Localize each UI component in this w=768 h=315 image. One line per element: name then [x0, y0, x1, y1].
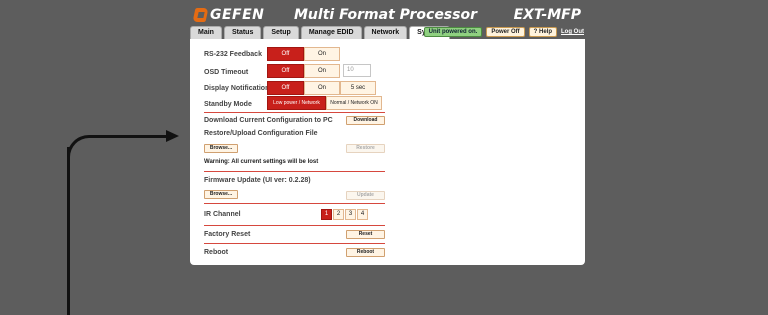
header-actions: Unit powered on. Power Off ? Help Log Ou… [423, 27, 584, 37]
restore-button[interactable]: Restore [346, 144, 385, 153]
firmware-browse-button[interactable]: Browse... [204, 190, 238, 199]
section-divider [204, 225, 385, 226]
section-divider [204, 203, 385, 204]
standby-normal-option[interactable]: Normal / Network ON [326, 96, 382, 110]
download-config-button[interactable]: Download [346, 116, 385, 125]
logo-text: GEFEN [210, 7, 265, 23]
tab-network[interactable]: Network [363, 26, 408, 39]
system-settings-panel: RS-232 Feedback Off On OSD Timeout Off O… [190, 39, 585, 265]
restore-browse-button[interactable]: Browse... [204, 144, 238, 153]
download-config-label: Download Current Configuration to PC [204, 117, 333, 124]
model-name: EXT-MFP [513, 7, 581, 23]
display-notification-on-option[interactable]: On [304, 81, 340, 95]
firmware-update-label: Firmware Update (UI ver: 0.2.28) [204, 177, 311, 184]
ir-channel-3-option[interactable]: 3 [345, 209, 356, 220]
osd-timeout-input[interactable]: 10 [343, 64, 371, 77]
factory-reset-button[interactable]: Reset [346, 230, 385, 239]
tab-manage-edid[interactable]: Manage EDID [300, 26, 362, 39]
tab-status[interactable]: Status [223, 26, 262, 39]
power-off-button[interactable]: Power Off [486, 27, 525, 37]
rs232-feedback-label: RS-232 Feedback [204, 51, 262, 58]
display-notification-toggle: Off On 5 sec [267, 81, 376, 95]
ir-channel-4-option[interactable]: 4 [357, 209, 368, 220]
callout-arrow-horizontal-line [94, 135, 168, 138]
reboot-label: Reboot [204, 249, 229, 256]
app-header: GEFEN Multi Format Processor EXT-MFP Mai… [190, 0, 585, 40]
display-notification-5sec-option[interactable]: 5 sec [340, 81, 376, 95]
ir-channel-2-option[interactable]: 2 [333, 209, 344, 220]
callout-arrow-vertical-line [67, 147, 70, 315]
display-notification-label: Display Notification [204, 85, 270, 92]
factory-reset-label: Factory Reset [204, 231, 251, 238]
standby-low-power-option[interactable]: Low power / Network OFF [267, 96, 326, 118]
section-divider [204, 112, 385, 113]
osd-timeout-toggle: Off On [267, 64, 340, 78]
gefen-logo: GEFEN [192, 7, 265, 23]
osd-timeout-off-option[interactable]: Off [267, 64, 304, 78]
tab-main[interactable]: Main [190, 26, 222, 39]
display-notification-off-option[interactable]: Off [267, 81, 304, 95]
power-status-badge: Unit powered on. [423, 27, 483, 37]
standby-mode-label: Standby Mode [204, 101, 252, 108]
tab-setup[interactable]: Setup [263, 26, 299, 39]
ir-channel-label: IR Channel [204, 211, 241, 218]
rs232-feedback-toggle: Off On [267, 47, 340, 61]
reboot-button[interactable]: Reboot [346, 248, 385, 257]
rs232-on-option[interactable]: On [304, 47, 340, 61]
firmware-update-button[interactable]: Update [346, 191, 385, 200]
gefen-logo-icon [192, 8, 209, 22]
standby-mode-toggle: Low power / Network OFF Normal / Network… [267, 96, 382, 118]
rs232-off-option[interactable]: Off [267, 47, 304, 61]
callout-arrow-head [166, 130, 179, 142]
help-button[interactable]: ? Help [528, 27, 557, 37]
section-divider [204, 243, 385, 244]
app-title: Multi Format Processor [294, 7, 477, 23]
logout-link[interactable]: Log Out [561, 27, 584, 37]
main-tabs: Main Status Setup Manage EDID Network Sy… [190, 26, 451, 40]
restore-config-label: Restore/Upload Configuration File [204, 130, 318, 137]
ir-channel-1-option[interactable]: 1 [321, 209, 332, 220]
osd-timeout-label: OSD Timeout [204, 69, 249, 76]
restore-warning-text: Warning: All current settings will be lo… [204, 159, 319, 165]
section-divider [204, 171, 385, 172]
callout-arrow-corner [67, 135, 95, 163]
osd-timeout-on-option[interactable]: On [304, 64, 340, 78]
ir-channel-selector: 1 2 3 4 [321, 209, 369, 220]
